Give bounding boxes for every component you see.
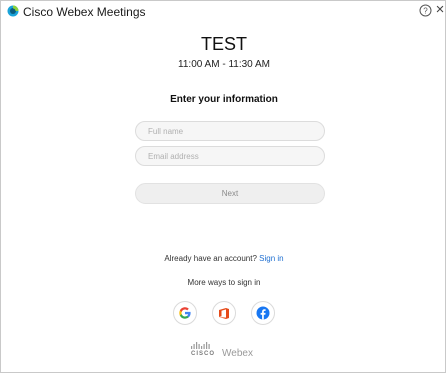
- cisco-wordmark: CISCO: [191, 351, 216, 357]
- title-bar: Cisco Webex Meetings ? ×: [1, 1, 445, 23]
- google-sign-in-button[interactable]: [173, 301, 197, 325]
- app-window: Cisco Webex Meetings ? × TEST 11:00 AM -…: [0, 0, 446, 373]
- full-name-input[interactable]: [135, 121, 325, 141]
- meeting-title: TEST: [200, 34, 247, 54]
- webex-logo-icon: [7, 5, 19, 17]
- svg-text:?: ?: [423, 7, 428, 16]
- office-sign-in-button[interactable]: [212, 301, 236, 325]
- more-ways-label: More ways to sign in: [187, 278, 261, 287]
- facebook-icon: [256, 306, 270, 320]
- account-prompt: Already have an account?: [164, 254, 257, 263]
- app-title: Cisco Webex Meetings: [23, 5, 146, 19]
- facebook-sign-in-button[interactable]: [251, 301, 275, 325]
- cisco-webex-footer-logo: CISCO Webex: [189, 342, 259, 362]
- close-button[interactable]: ×: [435, 2, 445, 18]
- webex-wordmark: Webex: [222, 348, 253, 359]
- question-circle-icon[interactable]: ?: [419, 4, 432, 17]
- form-heading: Enter your information: [170, 94, 278, 105]
- email-address-input[interactable]: [135, 146, 325, 166]
- sign-in-link[interactable]: Sign in: [259, 254, 283, 263]
- account-prompt-line: Already have an account? Sign in: [1, 254, 446, 263]
- office-icon: [219, 307, 229, 319]
- cisco-bars-icon: [191, 342, 210, 349]
- google-icon: [179, 307, 191, 319]
- meeting-time: 11:00 AM - 11:30 AM: [178, 59, 270, 70]
- next-button[interactable]: Next: [135, 183, 325, 204]
